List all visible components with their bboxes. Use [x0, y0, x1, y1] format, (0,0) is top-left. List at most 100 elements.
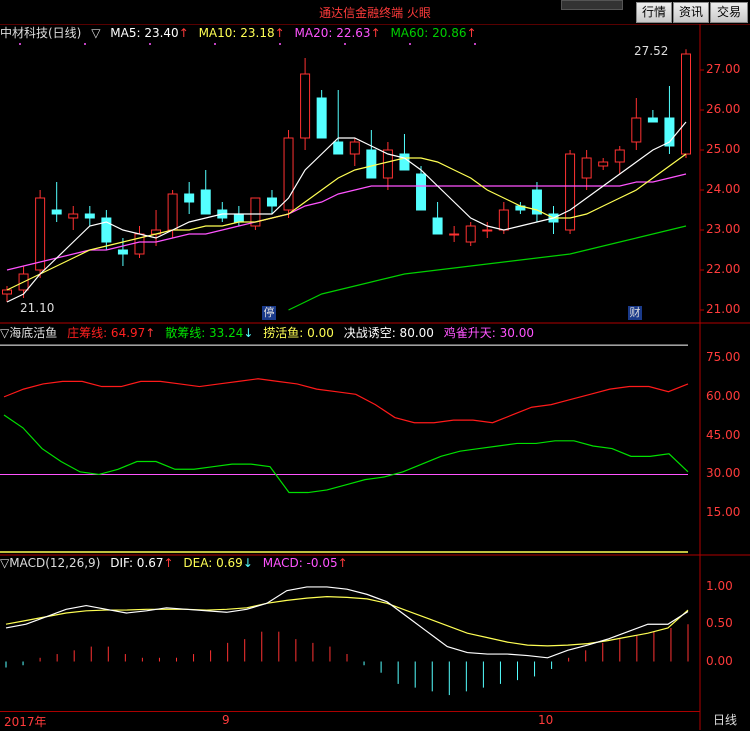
candle-body — [349, 141, 360, 155]
indicator-header: ▽海底活鱼 庄筹线: 64.97↑ 散筹线: 33.24↓ 捞活鱼: 0.00 … — [0, 324, 700, 340]
macd-tick-label: 0.00 — [706, 653, 733, 668]
macd-tick-label: 1.00 — [706, 578, 733, 593]
macd-name[interactable]: MACD(12,26,9) — [9, 556, 100, 570]
candle-body — [366, 149, 377, 179]
chart-canvas[interactable] — [0, 0, 750, 730]
price-tick-label: 23.00 — [706, 222, 741, 236]
candle-body — [333, 141, 344, 155]
finance-marker[interactable]: 财 — [628, 306, 642, 320]
time-axis — [0, 711, 700, 731]
time-label-year: 2017年 — [4, 715, 47, 729]
news-button[interactable]: 资讯 — [673, 2, 709, 23]
indicator-tick-label: 30.00 — [706, 466, 741, 481]
main-chart-header: 中材科技(日线) ▽ MA5: 23.40↑ MA10: 23.18↑ MA20… — [0, 24, 700, 42]
candle-body — [51, 209, 62, 215]
arrow-up-icon: ↑ — [370, 26, 381, 40]
zhuangchou-value: 庄筹线: 64.97 — [67, 326, 146, 340]
candle-body — [167, 193, 178, 231]
candle-body — [316, 97, 327, 139]
top-dot-mark — [279, 43, 281, 45]
candle-body — [300, 73, 311, 139]
candle-body — [283, 137, 294, 211]
period-button[interactable]: 日线 — [702, 711, 748, 729]
sanchou-value: 散筹线: 33.24 — [165, 326, 244, 340]
price-tick-label: 27.00 — [706, 62, 741, 76]
indicator-tick-label: 15.00 — [706, 505, 741, 520]
ma5-line — [6, 121, 687, 303]
candle-body — [498, 209, 509, 231]
queque-value: 鸡雀升天: 30.00 — [443, 326, 534, 340]
top-dot-mark — [409, 43, 411, 45]
low-price-annotation: 21.10 — [20, 301, 55, 315]
candle-body — [117, 249, 128, 255]
price-tick-label: 26.00 — [706, 102, 741, 116]
candle-body — [416, 173, 427, 211]
macd-header: ▽MACD(12,26,9) DIF: 0.67↑ DEA: 0.69↓ MAC… — [0, 556, 700, 572]
candle-body — [432, 217, 443, 235]
candle-body — [614, 149, 625, 163]
candle-body — [681, 53, 691, 155]
halt-marker[interactable]: 停 — [262, 306, 276, 320]
time-label-sep: 9 — [222, 713, 230, 727]
candle-body — [200, 189, 211, 215]
candle-body — [598, 161, 609, 167]
ma60-line — [288, 225, 687, 311]
macd-value: MACD: -0.05 — [262, 556, 338, 570]
arrow-up-icon: ↑ — [337, 556, 348, 570]
price-tick-label: 25.00 — [706, 142, 741, 156]
macd-tick-label: 0.50 — [706, 616, 733, 631]
top-dot-mark — [19, 43, 21, 45]
candle-body — [465, 225, 476, 243]
zhuangchou-line — [3, 378, 689, 424]
candle-body — [84, 213, 95, 219]
top-dot-mark — [149, 43, 151, 45]
candle-body — [68, 213, 79, 219]
candle-body — [631, 117, 642, 143]
indicator-tick-label: 45.00 — [706, 427, 741, 442]
dif-value: DIF: 0.67 — [110, 556, 164, 570]
candle-body — [35, 197, 46, 271]
top-dot-mark — [474, 43, 476, 45]
time-label-oct: 10 — [538, 713, 554, 727]
indicator-tick-label: 75.00 — [706, 350, 741, 365]
candle-body — [482, 229, 493, 232]
candle-body — [449, 233, 460, 236]
dropdown-triangle-icon[interactable]: ▽ — [0, 556, 9, 570]
juezhan-value: 决战诱空: 80.00 — [343, 326, 434, 340]
top-dot-mark — [344, 43, 346, 45]
ma20-value: MA20: 22.63 — [294, 26, 371, 40]
candle-body — [233, 213, 244, 223]
arrow-up-icon: ↑ — [178, 26, 189, 40]
window-control-strip[interactable] — [561, 0, 623, 10]
arrow-up-icon: ↑ — [466, 26, 477, 40]
dropdown-triangle-icon[interactable]: ▽ — [0, 326, 9, 340]
dea-value: DEA: 0.69 — [183, 556, 243, 570]
arrow-down-icon: ↓ — [242, 556, 253, 570]
candle-body — [399, 153, 410, 171]
sanchou-line — [3, 414, 689, 494]
candle-body — [2, 289, 12, 295]
dea-line — [5, 596, 689, 647]
candle-body — [184, 193, 195, 203]
price-tick-label: 24.00 — [706, 182, 741, 196]
arrow-down-icon: ↓ — [243, 326, 254, 340]
candle-body — [581, 157, 592, 179]
top-dot-mark — [84, 43, 86, 45]
dropdown-triangle-icon[interactable]: ▽ — [91, 26, 100, 40]
indicator-name[interactable]: 海底活鱼 — [9, 326, 57, 340]
arrow-up-icon: ↑ — [274, 26, 285, 40]
stock-name[interactable]: 中材科技(日线) — [0, 26, 81, 40]
quotes-button[interactable]: 行情 — [636, 2, 672, 23]
high-price-annotation: 27.52 — [634, 44, 669, 58]
candle-body — [266, 197, 277, 207]
top-dot-mark — [214, 43, 216, 45]
ma60-value: MA60: 20.86 — [390, 26, 467, 40]
ma5-value: MA5: 23.40 — [110, 26, 179, 40]
arrow-up-icon: ↑ — [163, 556, 174, 570]
arrow-up-icon: ↑ — [145, 326, 156, 340]
price-tick-label: 22.00 — [706, 262, 741, 276]
price-tick-label: 21.00 — [706, 302, 741, 316]
trade-button[interactable]: 交易 — [710, 2, 748, 23]
indicator-tick-label: 60.00 — [706, 388, 741, 403]
candle-body — [647, 117, 658, 123]
